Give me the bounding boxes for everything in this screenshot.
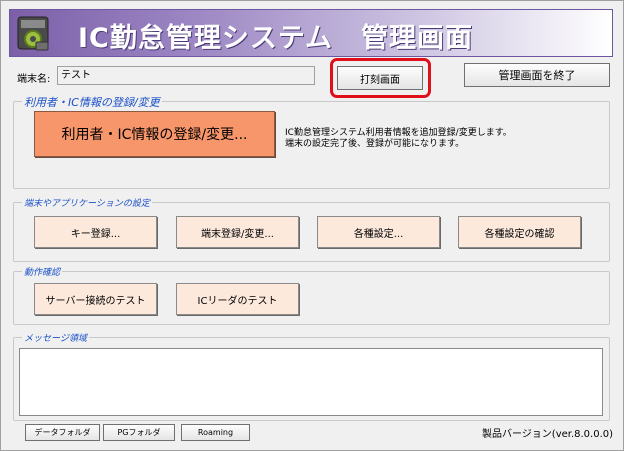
description-line-2: 端末の設定完了後、登録が可能になります。 xyxy=(285,139,465,149)
red-highlight-box xyxy=(330,58,431,98)
product-version: 製品バージョン(ver.8.0.0.0) xyxy=(482,429,614,440)
data-folder-button[interactable]: データフォルダ xyxy=(25,424,100,441)
title-bar: IC勤怠管理システム 管理画面 xyxy=(9,9,613,57)
app-gear-icon xyxy=(17,16,49,51)
terminal-name-label: 端末名: xyxy=(17,74,51,85)
exit-admin-button[interactable]: 管理画面を終了 xyxy=(464,63,610,87)
user-ic-register-button[interactable]: 利用者・IC情報の登録/変更... xyxy=(34,111,275,157)
terminal-app-group-title: 端末やアプリケーションの設定 xyxy=(22,196,152,209)
terminal-name-field: テスト xyxy=(57,66,315,85)
admin-window: IC勤怠管理システム 管理画面 端末名: テスト 打刻画面 管理画面を終了 利用… xyxy=(0,0,624,451)
ic-reader-test-button[interactable]: ICリーダのテスト xyxy=(176,283,299,315)
message-group-title: メッセージ領域 xyxy=(22,331,89,344)
key-register-button[interactable]: キー登録... xyxy=(34,216,157,248)
window-title: IC勤怠管理システム 管理画面 xyxy=(78,23,474,54)
settings-check-button[interactable]: 各種設定の確認 xyxy=(458,216,581,248)
terminal-register-button[interactable]: 端末登録/変更... xyxy=(176,216,299,248)
roaming-button[interactable]: Roaming xyxy=(181,424,250,441)
description-line-1: IC勤怠管理システム利用者情報を追加登録/変更します。 xyxy=(285,128,512,138)
server-test-button[interactable]: サーバー接続のテスト xyxy=(34,283,157,315)
user-ic-description: IC勤怠管理システム利用者情報を追加登録/変更します。 端末の設定完了後、登録が… xyxy=(285,128,512,150)
message-area xyxy=(19,348,603,416)
pg-folder-button[interactable]: PGフォルダ xyxy=(103,424,175,441)
settings-button[interactable]: 各種設定... xyxy=(317,216,440,248)
user-ic-group-title: 利用者・IC情報の登録/変更 xyxy=(22,94,162,110)
operation-group-title: 動作確認 xyxy=(22,265,63,278)
